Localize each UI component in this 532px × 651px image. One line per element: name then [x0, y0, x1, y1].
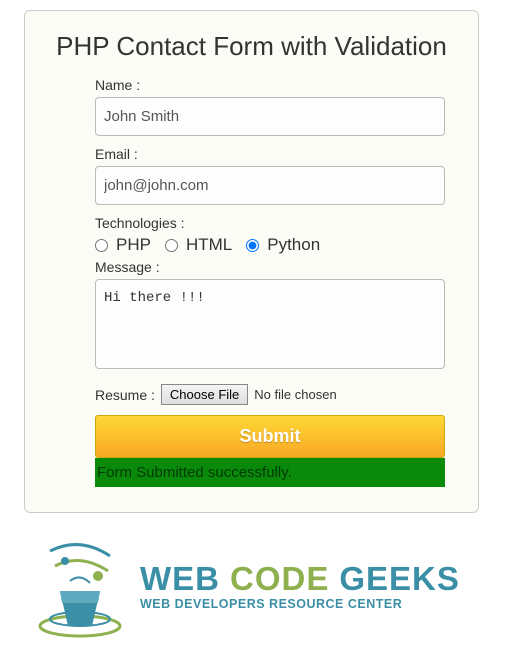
footer-logo: WEB CODE GEEKS WEB DEVELOPERS RESOURCE C… [30, 531, 522, 641]
submit-button[interactable]: Submit [95, 415, 445, 458]
email-input[interactable] [95, 166, 445, 205]
technologies-options: PHP HTML Python [95, 235, 458, 255]
radio-html[interactable] [165, 239, 178, 252]
logo-word-code: CODE [230, 562, 329, 595]
form-body: Name : Email : Technologies : PHP HTML P… [45, 77, 458, 487]
message-label: Message : [95, 259, 458, 275]
radio-php[interactable] [95, 239, 108, 252]
code-geeks-logo-icon [30, 531, 130, 641]
logo-word-geeks: GEEKS [339, 562, 460, 595]
resume-label: Resume : [95, 387, 155, 403]
logo-tagline: WEB DEVELOPERS RESOURCE CENTER [140, 597, 460, 611]
radio-python-label: Python [267, 235, 320, 255]
name-label: Name : [95, 77, 458, 93]
choose-file-button[interactable]: Choose File [161, 384, 248, 405]
radio-python[interactable] [246, 239, 259, 252]
radio-php-label: PHP [116, 235, 151, 255]
technologies-label: Technologies : [95, 215, 458, 231]
name-input[interactable] [95, 97, 445, 136]
resume-row: Resume : Choose File No file chosen [95, 384, 458, 405]
logo-wordmark: WEB CODE GEEKS [140, 562, 460, 595]
message-textarea[interactable]: Hi there !!! [95, 279, 445, 369]
logo-word-web: WEB [140, 562, 220, 595]
file-status-text: No file chosen [254, 387, 336, 402]
radio-html-label: HTML [186, 235, 232, 255]
email-label: Email : [95, 146, 458, 162]
success-message: Form Submitted successfully. [95, 458, 445, 487]
page-title: PHP Contact Form with Validation [45, 31, 458, 62]
contact-form-panel: PHP Contact Form with Validation Name : … [24, 10, 479, 513]
